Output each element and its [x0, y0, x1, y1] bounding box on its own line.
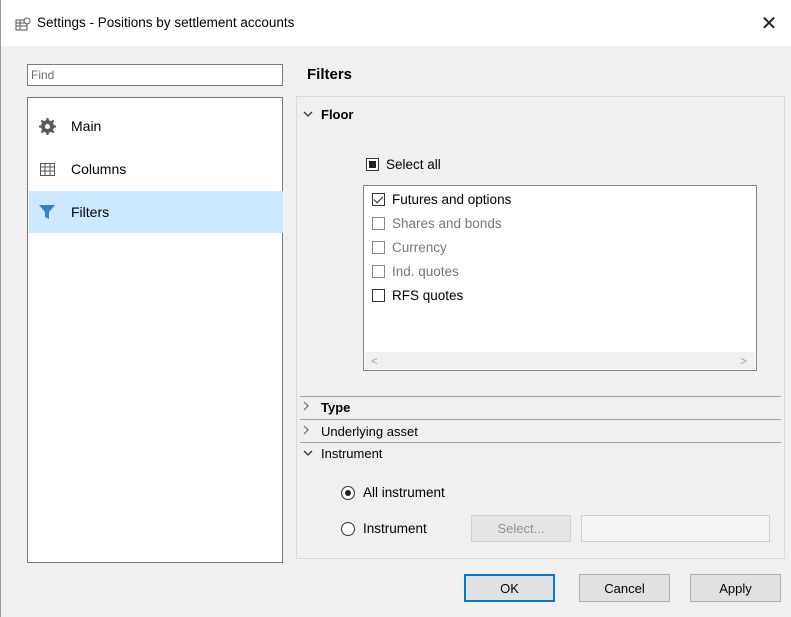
window-title: Settings - Positions by settlement accou…: [37, 15, 295, 30]
group-underlying-header[interactable]: Underlying asset: [303, 424, 418, 439]
apply-button[interactable]: Apply: [690, 574, 781, 602]
select-instrument-button[interactable]: Select...: [471, 515, 571, 542]
horizontal-scrollbar[interactable]: < >: [365, 352, 755, 369]
checkbox: [372, 193, 385, 206]
settings-window: Settings - Positions by settlement accou…: [0, 0, 791, 617]
chevron-right-icon: [303, 401, 315, 414]
select-all-label: Select all: [386, 157, 441, 172]
ok-button[interactable]: OK: [464, 574, 555, 602]
checkbox: [372, 217, 385, 230]
chevron-down-icon: [303, 109, 315, 121]
radio-button: [341, 485, 355, 500]
search-input[interactable]: [27, 64, 283, 86]
chevron-down-icon: [303, 448, 315, 460]
floor-item-currency[interactable]: Currency: [372, 240, 447, 255]
floor-list: Futures and options Shares and bonds Cur…: [363, 185, 757, 371]
floor-item-label: Ind. quotes: [392, 264, 459, 279]
group-type-label: Type: [321, 400, 351, 415]
radio-label: All instrument: [363, 485, 445, 500]
checkbox: [372, 241, 385, 254]
group-instrument-label: Instrument: [321, 446, 383, 461]
section-title: Filters: [307, 66, 353, 83]
floor-item-label: Futures and options: [392, 192, 512, 207]
divider: [300, 442, 781, 443]
floor-item-ind-quotes[interactable]: Ind. quotes: [372, 264, 459, 279]
filters-panel: Floor Select all Futures and options Sha…: [296, 96, 785, 559]
nav-item-main[interactable]: Main: [29, 105, 283, 147]
group-instrument-header[interactable]: Instrument: [303, 446, 382, 461]
checkbox: [372, 289, 385, 302]
floor-item-label: Shares and bonds: [392, 216, 502, 231]
gear-icon: [38, 117, 56, 135]
floor-item-label: RFS quotes: [392, 288, 464, 303]
select-all-checkbox[interactable]: Select all: [366, 157, 441, 172]
divider: [300, 396, 781, 397]
funnel-icon: [38, 203, 56, 221]
title-bar: Settings - Positions by settlement accou…: [1, 0, 791, 46]
radio-instrument[interactable]: Instrument: [341, 521, 427, 536]
checkbox: [372, 265, 385, 278]
radio-label: Instrument: [363, 521, 427, 536]
group-floor-label: Floor: [321, 107, 354, 122]
nav-item-label: Columns: [71, 161, 127, 177]
floor-item-shares[interactable]: Shares and bonds: [372, 216, 502, 231]
close-button[interactable]: ✕: [746, 0, 791, 46]
settings-nav: Main Columns Filters: [27, 97, 283, 563]
table-icon: [38, 160, 56, 178]
scroll-left-icon[interactable]: <: [371, 354, 378, 368]
chevron-right-icon: [303, 425, 315, 438]
group-type-header[interactable]: Type: [303, 400, 350, 415]
group-underlying-label: Underlying asset: [321, 424, 418, 439]
cancel-button[interactable]: Cancel: [579, 574, 670, 602]
floor-item-futures[interactable]: Futures and options: [372, 192, 511, 207]
nav-item-label: Main: [71, 118, 102, 134]
nav-item-filters[interactable]: Filters: [29, 191, 283, 233]
group-floor-header[interactable]: Floor: [303, 107, 354, 122]
radio-all-instrument[interactable]: All instrument: [341, 485, 445, 500]
close-icon: ✕: [760, 12, 778, 35]
instrument-field[interactable]: [581, 515, 770, 542]
select-all-box: [366, 158, 379, 171]
floor-item-label: Currency: [392, 240, 447, 255]
scroll-right-icon[interactable]: >: [740, 354, 747, 368]
nav-item-label: Filters: [71, 204, 110, 220]
radio-button: [341, 521, 355, 536]
divider: [300, 419, 781, 420]
floor-item-rfs-quotes[interactable]: RFS quotes: [372, 288, 463, 303]
settings-app-icon: [15, 17, 31, 31]
nav-item-columns[interactable]: Columns: [29, 148, 283, 190]
